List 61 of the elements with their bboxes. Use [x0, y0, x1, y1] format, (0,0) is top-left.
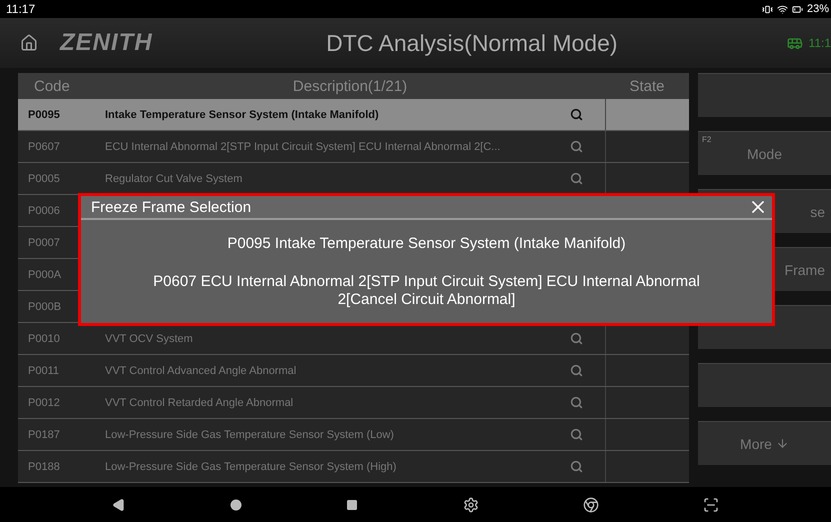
code-cell-text: P0006 [27, 204, 61, 216]
description-cell-text: VVT Control Retarded Angle Abnormal [104, 396, 294, 408]
search-icon[interactable] [570, 460, 583, 473]
page-title: DTC Analysis(Normal Mode) [325, 30, 619, 56]
description-cell-text: ECU Internal Abnormal 2[STP Input Circuit System] ECU Internal Abnormal 2[C... [104, 140, 502, 152]
code-cell-text: P0005 [27, 172, 61, 184]
dialog-title: Freeze Frame Selection [91, 198, 252, 216]
home-button[interactable] [20, 34, 38, 52]
code-cell-text: P0011 [27, 364, 60, 376]
search-icon[interactable] [570, 172, 583, 185]
column-header: State [628, 78, 666, 94]
table-row[interactable]: P0095 Intake Temperature Sensor System (Intake Manifold) [18, 99, 689, 131]
column-header: Code [33, 78, 71, 94]
code-cell-text: P0007 [27, 236, 61, 248]
browser-button[interactable] [582, 496, 599, 512]
search-icon[interactable] [570, 140, 583, 153]
search-icon[interactable] [570, 332, 583, 345]
battery-icon [792, 4, 803, 14]
table-row[interactable]: P0005 Regulator Cut Valve System [18, 163, 689, 195]
code-cell-text: P0607 [27, 140, 61, 152]
code-cell-text: P0187 [27, 428, 61, 440]
table-row[interactable]: P0010 VVT OCV System [18, 323, 689, 355]
table-row[interactable]: P0012 VVT Control Retarded Angle Abnormal [18, 387, 689, 419]
wifi-icon [776, 4, 788, 14]
mode-button[interactable]: F2 Mode [698, 131, 831, 175]
key-label: F2 [702, 135, 712, 144]
code-cell-text: P0095 [27, 108, 61, 120]
code-cell-text: P0188 [27, 460, 61, 472]
search-icon[interactable] [570, 428, 583, 441]
search-icon[interactable] [570, 396, 583, 409]
arrow-down-icon [776, 437, 789, 450]
dialog-option[interactable]: P0095 Intake Temperature Sensor System (Intake Manifold) [81, 228, 772, 258]
clock-text: 11:1 [808, 36, 831, 50]
column-header: Description(1/21) [292, 78, 408, 94]
search-icon[interactable] [570, 364, 583, 377]
description-cell-text: Low-Pressure Side Gas Temperature Sensor System (High) [104, 460, 398, 472]
description-cell-text: Intake Temperature Sensor System (Intake Manifold) [104, 108, 380, 120]
vibrate-icon [762, 4, 773, 14]
code-cell-text: P000A [27, 268, 62, 280]
description-cell-text: VVT Control Advanced Angle Abnormal [104, 364, 298, 376]
status-time: 11:17 [6, 2, 36, 16]
description-cell-text: Regulator Cut Valve System [104, 172, 244, 184]
back-button[interactable] [112, 498, 126, 512]
screenshot-button[interactable] [702, 496, 719, 512]
logo: ZENITH [60, 29, 153, 57]
code-cell-text: P000B [27, 300, 62, 312]
code-cell-text: P0012 [27, 396, 61, 408]
table-row[interactable]: P0188 Low-Pressure Side Gas Temperature Sensor System (High) [18, 451, 689, 483]
search-icon[interactable] [570, 108, 583, 121]
description-cell-text: VVT OCV System [104, 332, 194, 344]
settings-button[interactable] [462, 496, 479, 512]
description-cell-text: Low-Pressure Side Gas Temperature Sensor System (Low) [104, 428, 395, 440]
dialog-option[interactable]: P0607 ECU Internal Abnormal 2[STP Input Circuit System] ECU Internal Abnormal 2[Cancel Circuit Abnormal] [81, 266, 772, 314]
table-row[interactable]: P0011 VVT Control Advanced Angle Abnormal [18, 355, 689, 387]
more-button[interactable]: More [698, 421, 831, 465]
recents-button[interactable] [346, 498, 358, 510]
battery-percent: 23% [806, 3, 829, 15]
table-row[interactable]: P0187 Low-Pressure Side Gas Temperature Sensor System (Low) [18, 419, 689, 451]
code-cell-text: P0010 [27, 332, 61, 344]
table-row[interactable]: P0607 ECU Internal Abnormal 2[STP Input Circuit System] ECU Internal Abnormal 2[C... [18, 131, 689, 163]
home-nav-button[interactable] [230, 498, 242, 510]
